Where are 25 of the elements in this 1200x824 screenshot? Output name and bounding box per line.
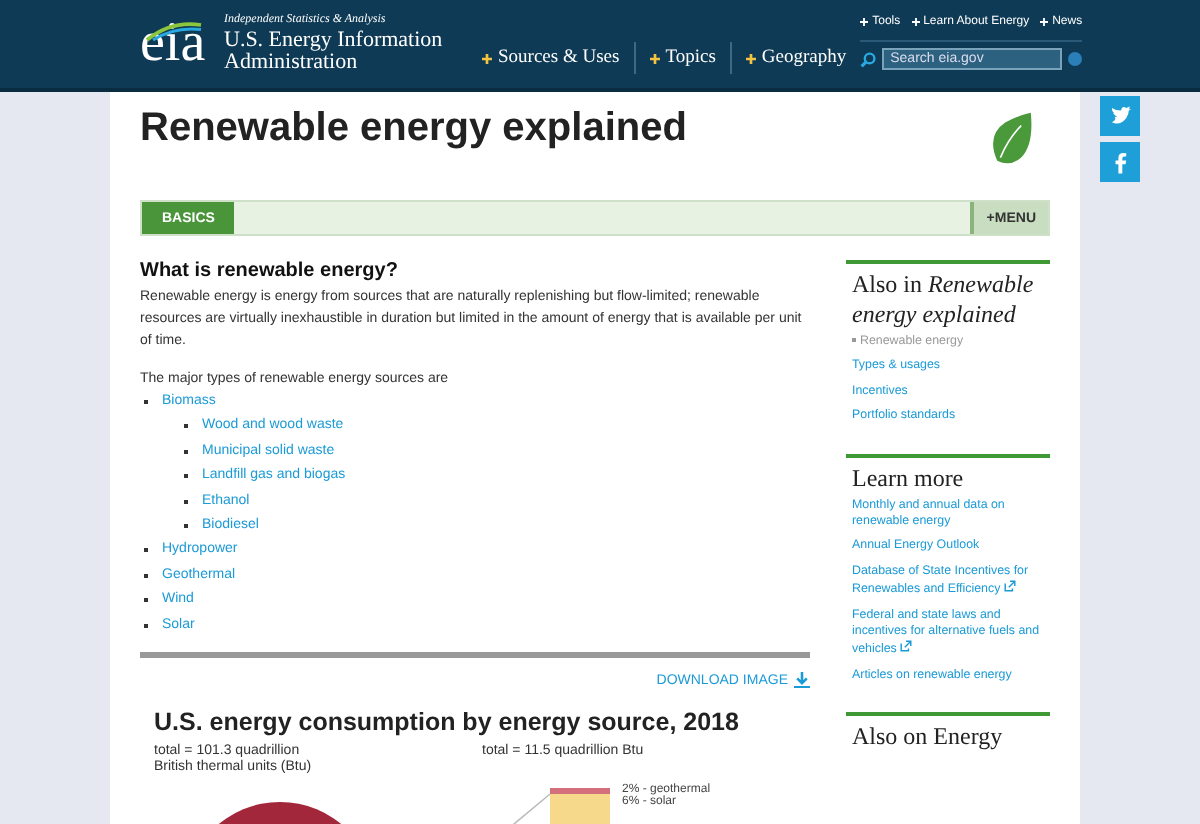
bird-icon [1107,103,1133,129]
agency-name: U.S. Energy Information Administration [224,30,445,74]
plus-icon [860,18,869,26]
sidebar-heading: Learn more [852,463,966,494]
plus-icon [1040,18,1049,26]
chart-title: U.S. energy consumption by energy source, 2018 [154,708,741,737]
plus-icon [911,18,920,26]
external-link-icon [1004,580,1017,593]
search-icon [860,51,877,67]
plus-icon [745,53,756,63]
sidebar-heading: Also in Renewable energy explained [852,270,1036,330]
sidebar-heading: Also on Energy [852,722,1005,753]
external-link-icon [900,640,913,653]
facebook-button[interactable] [1100,142,1140,182]
swoosh-icon [144,20,204,42]
download-icon [794,672,810,689]
plus-icon [649,53,660,63]
search-button-icon[interactable] [1068,52,1083,66]
nav-link[interactable]: Geography [731,48,861,68]
nav-link[interactable]: Topics [635,48,730,68]
page-title: Renewable energy explained [140,106,687,152]
plus-icon [482,53,492,63]
nav-link[interactable]: Sources & Uses [468,48,634,68]
twitter-button[interactable] [1100,96,1140,136]
section-heading: What is renewable energy? [140,260,400,282]
